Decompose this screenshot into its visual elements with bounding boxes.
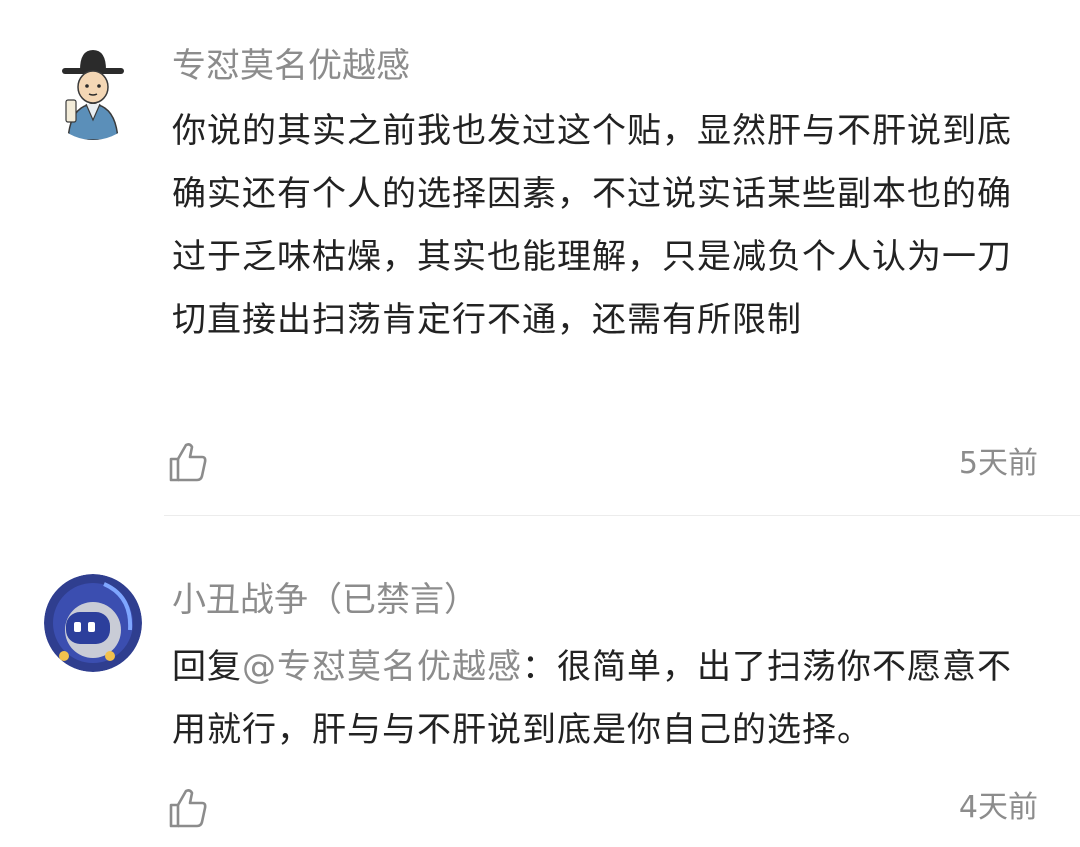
- mention-link[interactable]: @专怼莫名优越感: [242, 647, 522, 687]
- comment-time: 5天前: [958, 446, 1038, 481]
- comment-username[interactable]: 小丑战争（已禁言）: [172, 578, 478, 622]
- robot-avatar-icon: [44, 574, 142, 672]
- thumbs-up-icon: [169, 789, 207, 828]
- like-button[interactable]: [166, 440, 210, 484]
- comment-body: 你说的其实之前我也发过这个贴，显然肝与不肝说到底确实还有个人的选择因素，不过说实…: [172, 111, 1012, 340]
- comment-text: 回复@专怼莫名优越感：很简单，出了扫荡你不愿意不用就行，肝与与不肝说到底是你自己…: [172, 636, 1032, 762]
- avatar[interactable]: [44, 42, 142, 140]
- comment-time: 4天前: [958, 790, 1038, 825]
- like-button[interactable]: [166, 786, 210, 830]
- avatar[interactable]: [44, 574, 142, 672]
- comment-username[interactable]: 专怼莫名优越感: [172, 44, 410, 88]
- scholar-avatar-icon: [44, 42, 142, 140]
- divider: [164, 515, 1080, 516]
- reply-prefix: 回复: [172, 647, 242, 687]
- thumbs-up-icon: [169, 443, 207, 482]
- comment-text: 你说的其实之前我也发过这个贴，显然肝与不肝说到底确实还有个人的选择因素，不过说实…: [172, 100, 1032, 352]
